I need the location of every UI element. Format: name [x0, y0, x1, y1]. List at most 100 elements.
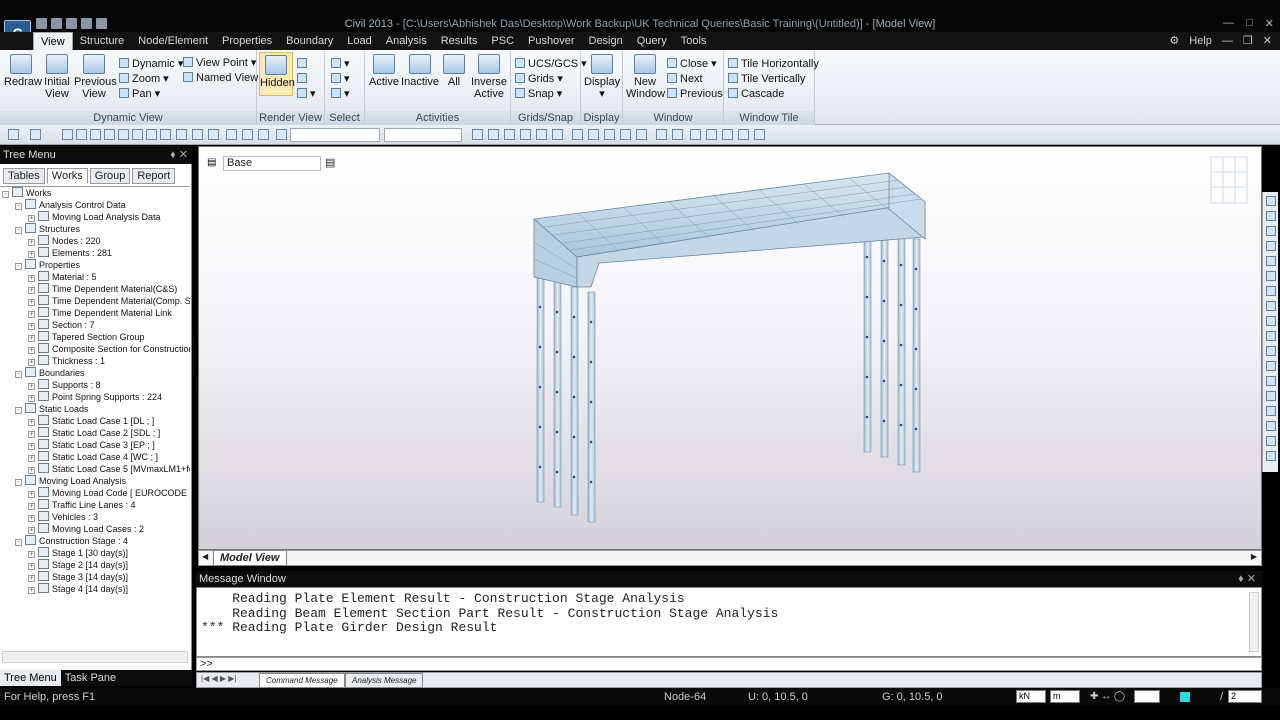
menu-analysis[interactable]: Analysis [379, 32, 434, 50]
view-tool-icon-14[interactable] [1265, 391, 1276, 401]
view-tool-icon-18[interactable] [1265, 451, 1276, 461]
zoom-button[interactable]: Zoom ▾ [119, 72, 169, 86]
tool-icon-26[interactable] [656, 129, 667, 140]
tree-node[interactable]: + Thickness : 1 [28, 355, 105, 367]
tool-icon-11[interactable] [208, 129, 219, 140]
doc-minimize-icon[interactable]: — [1222, 32, 1233, 50]
toolbar-combo-1[interactable] [290, 128, 380, 142]
tool-icon-13[interactable] [242, 129, 253, 140]
zoom-fit-icon[interactable] [1265, 256, 1276, 266]
ucs-gcs-button[interactable]: UCS/GCS ▾ [515, 57, 587, 71]
collapse-toggle-icon[interactable]: - [15, 203, 22, 210]
tool-icon-6[interactable] [132, 129, 143, 140]
close-icon[interactable]: ✕ [1265, 17, 1274, 30]
tile-horizontally-button[interactable]: Tile Horizontally [728, 57, 819, 71]
tree-node[interactable]: + Stage 2 [14 day(s)] [28, 559, 128, 571]
toolbar-combo-2[interactable] [384, 128, 462, 142]
tree-node[interactable]: + Moving Load Cases : 2 [28, 523, 144, 535]
tree-node[interactable]: - Analysis Control Data [15, 199, 126, 211]
redraw-button[interactable]: Redraw [4, 54, 42, 88]
tool-icon-15[interactable] [472, 129, 483, 140]
expand-toggle-icon[interactable]: + [28, 575, 35, 582]
expand-toggle-icon[interactable]: + [28, 383, 35, 390]
tree-node[interactable]: + Stage 1 [30 day(s)] [28, 547, 128, 559]
tool-icon-22[interactable] [588, 129, 599, 140]
display-button[interactable]: Display ▾ [584, 54, 620, 100]
expand-toggle-icon[interactable]: + [28, 443, 35, 450]
tool-icon-14[interactable] [258, 129, 269, 140]
all-button[interactable]: All [441, 54, 467, 88]
render-option-2[interactable] [297, 72, 310, 86]
view-tool-icon-1[interactable] [1265, 196, 1276, 206]
expand-toggle-icon[interactable]: + [28, 299, 35, 306]
expand-toggle-icon[interactable]: + [28, 467, 35, 474]
tree-node[interactable]: + Moving Load Analysis Data [28, 211, 161, 223]
tool-icon-32[interactable] [754, 129, 765, 140]
expand-toggle-icon[interactable]: + [28, 491, 35, 498]
tree-node[interactable]: + Material : 5 [28, 271, 97, 283]
tab-report[interactable]: Report [132, 168, 176, 184]
zoom-out-icon[interactable] [1265, 241, 1276, 251]
page-number-input[interactable]: 2 [1228, 690, 1262, 703]
view-tool-icon-16[interactable] [1265, 421, 1276, 431]
length-unit-select[interactable]: m [1050, 690, 1080, 703]
active-button[interactable]: Active [367, 54, 401, 88]
view-cube-icon[interactable] [1210, 156, 1248, 204]
tree-node[interactable]: + Elements : 281 [28, 247, 112, 259]
tree-node[interactable]: + Time Dependent Material(C&S) [28, 283, 177, 295]
tree-node[interactable]: + Stage 4 [14 day(s)] [28, 583, 128, 595]
tool-icon-23[interactable] [604, 129, 615, 140]
pin-icon[interactable]: ♦ ✕ [170, 146, 188, 164]
tool-icon-31[interactable] [738, 129, 749, 140]
tool-icon-4[interactable] [104, 129, 115, 140]
tree-node[interactable]: - Works [2, 187, 51, 199]
expand-toggle-icon[interactable]: + [28, 587, 35, 594]
tree-node[interactable]: + Section : 7 [28, 319, 95, 331]
tree-node[interactable]: + Static Load Case 4 [WC ; ] [28, 451, 158, 463]
expand-toggle-icon[interactable]: + [28, 287, 35, 294]
expand-toggle-icon[interactable]: + [28, 335, 35, 342]
view-tool-icon-17[interactable] [1265, 436, 1276, 446]
select-window-button[interactable]: ▾ [331, 72, 350, 86]
expand-toggle-icon[interactable]: + [28, 515, 35, 522]
expand-toggle-icon[interactable]: + [28, 395, 35, 402]
tree-node[interactable]: - Boundaries [15, 367, 85, 379]
menu-psc[interactable]: PSC [484, 32, 521, 50]
tool-icon-29[interactable] [706, 129, 717, 140]
tool-icon-7[interactable] [146, 129, 157, 140]
close-window-button[interactable]: Close ▾ [667, 57, 717, 71]
message-pin-icon[interactable]: ♦ ✕ [1238, 571, 1256, 587]
menu-design[interactable]: Design [582, 32, 630, 50]
tool-icon-30[interactable] [722, 129, 733, 140]
tab-group[interactable]: Group [89, 168, 131, 184]
tab-scroll-left-icon[interactable]: ◀ [202, 552, 208, 561]
menu-view[interactable]: View [33, 32, 73, 50]
help-menu[interactable]: Help [1189, 32, 1212, 50]
minimize-icon[interactable]: — [1223, 17, 1234, 30]
menu-node-element[interactable]: Node/Element [131, 32, 215, 50]
view-tool-icon-2[interactable] [1265, 211, 1276, 221]
previous-view-button[interactable]: Previous View [74, 54, 117, 100]
menu-tools[interactable]: Tools [674, 32, 714, 50]
collapse-toggle-icon[interactable]: - [15, 407, 22, 414]
view-tool-icon-15[interactable] [1265, 406, 1276, 416]
grids-button[interactable]: Grids ▾ [515, 72, 563, 86]
tab-command-message[interactable]: Command Message [259, 673, 345, 688]
select-polygon-button[interactable]: ▾ [331, 87, 350, 101]
hidden-button[interactable]: Hidden [259, 52, 295, 96]
dynamic-button[interactable]: Dynamic ▾ [119, 57, 183, 71]
doc-restore-icon[interactable]: ❐ [1243, 32, 1253, 50]
tool-icon-24[interactable] [620, 129, 631, 140]
expand-toggle-icon[interactable]: + [28, 251, 35, 258]
view-tool-icon-8[interactable] [1265, 301, 1276, 311]
view-tool-icon-7[interactable] [1265, 286, 1276, 296]
collapse-toggle-icon[interactable]: - [15, 371, 22, 378]
initial-view-button[interactable]: Initial View [40, 54, 74, 100]
tree-horizontal-scrollbar[interactable] [2, 651, 188, 663]
tool-icon-20[interactable] [552, 129, 563, 140]
menu-results[interactable]: Results [434, 32, 485, 50]
tool-icon-1[interactable] [62, 129, 73, 140]
collapse-toggle-icon[interactable]: - [15, 227, 22, 234]
named-view-button[interactable]: Named View [183, 71, 258, 85]
tool-icon-2[interactable] [76, 129, 87, 140]
